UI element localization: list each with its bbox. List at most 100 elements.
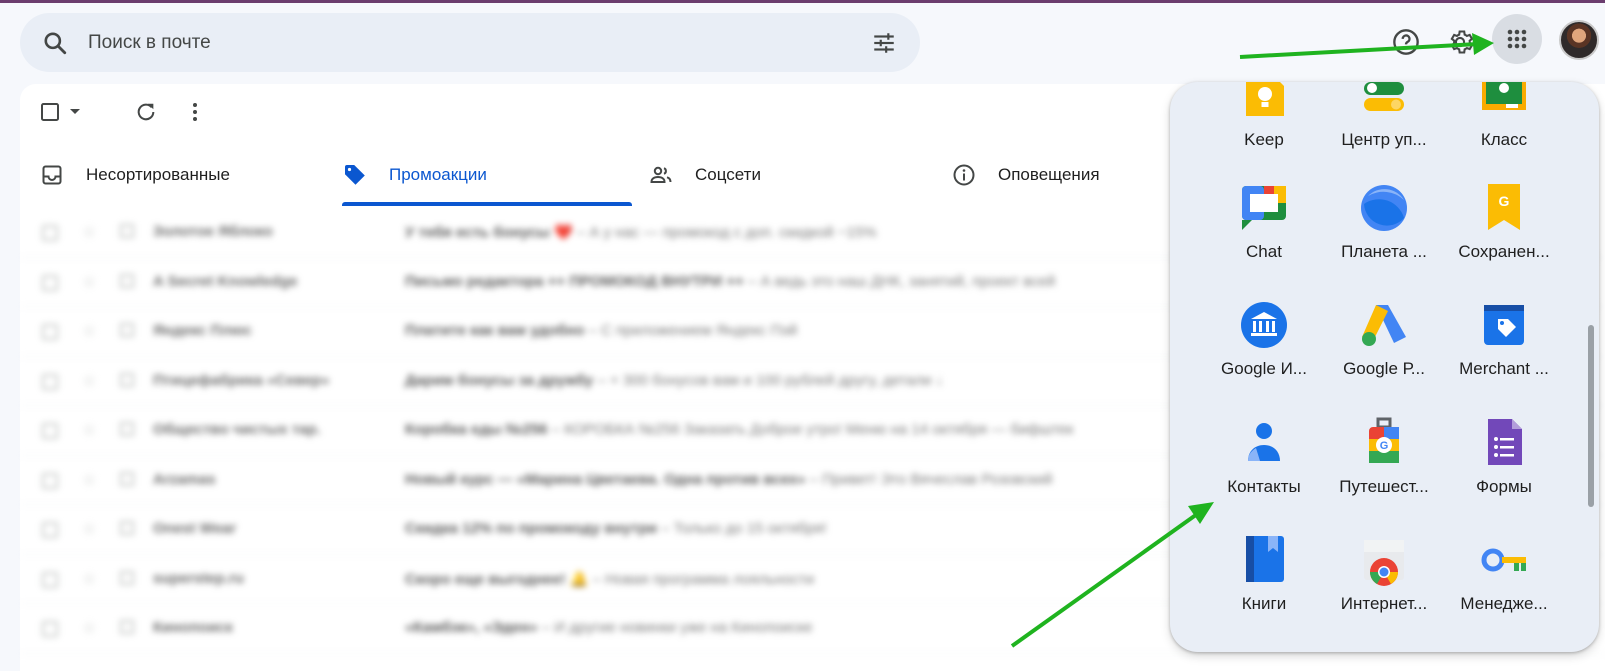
email-snippet: – КОРОБКА №256 Заказать Доброе утро! Мен… (547, 421, 1074, 438)
email-snippet: – + 300 бонусов вам и 100 рублей другу, … (593, 371, 944, 389)
important-marker-icon[interactable] (120, 224, 134, 238)
important-marker-icon[interactable] (120, 273, 134, 288)
app-travel[interactable]: G Путешест... (1324, 417, 1444, 527)
app-saved[interactable]: G Сохранен... (1444, 182, 1564, 292)
travel-icon: G (1369, 417, 1399, 463)
star-icon[interactable]: ☆ (82, 321, 96, 341)
app-books[interactable]: Книги (1204, 534, 1324, 644)
contacts-icon (1248, 423, 1280, 461)
search-bar[interactable] (20, 13, 920, 72)
select-dropdown-icon[interactable] (69, 108, 81, 116)
select-all-checkbox-icon[interactable] (40, 102, 60, 122)
important-marker-icon[interactable] (120, 570, 134, 585)
row-checkbox[interactable] (42, 621, 58, 637)
arts-culture-icon (1241, 302, 1287, 348)
app-label: Менедже... (1460, 594, 1548, 613)
email-subject-line: У тебя есть бонусы ❤️ – А у нас — промок… (405, 223, 877, 241)
arrow-to-apps-button (1239, 42, 1479, 59)
row-checkbox[interactable] (42, 423, 58, 439)
app-admin-center[interactable]: Центр уп... (1324, 82, 1444, 186)
app-label: Формы (1476, 477, 1532, 496)
email-sender: Onest Wear (153, 520, 237, 537)
tab-label: Несортированные (86, 165, 230, 184)
tab-updates[interactable]: Оповещения (952, 146, 1100, 204)
email-sender: Общество чистых тар. (153, 421, 321, 438)
email-subject: Платите как вам удобно (405, 322, 585, 339)
tab-promotions[interactable]: Промоакции (343, 146, 487, 204)
email-subject: «Камбэк», «Эден» (405, 619, 538, 636)
google-apps-button[interactable] (1492, 14, 1542, 64)
email-snippet: – Привет! Это Вячеслав Розовский (805, 470, 1053, 488)
account-avatar[interactable] (1559, 20, 1599, 60)
app-label: Chat (1246, 242, 1282, 261)
tab-label: Промоакции (389, 165, 487, 184)
tag-icon (345, 165, 365, 185)
app-label: Центр уп... (1341, 130, 1427, 149)
search-input[interactable] (88, 23, 848, 62)
important-marker-icon[interactable] (120, 471, 134, 486)
app-contacts[interactable]: Контакты (1204, 417, 1324, 527)
important-marker-icon[interactable] (120, 620, 134, 634)
settings-gear-icon[interactable] (1446, 28, 1474, 56)
info-icon (953, 164, 975, 186)
app-chat[interactable]: Chat (1204, 182, 1324, 292)
important-marker-icon[interactable] (120, 521, 134, 535)
row-checkbox[interactable] (42, 522, 58, 538)
email-subject-line: Скоро еще выгоднее! 🔔 – Новая программа … (405, 570, 814, 588)
app-label: Книги (1241, 594, 1287, 613)
merchant-center-icon (1484, 305, 1524, 345)
star-icon[interactable]: ☆ (82, 519, 96, 539)
search-icon[interactable] (42, 30, 68, 56)
row-checkbox[interactable] (42, 472, 58, 489)
help-icon[interactable] (1392, 28, 1420, 56)
email-subject-line: Коробка еды №256 – КОРОБКА №256 Заказать… (405, 421, 1073, 438)
app-google-ads[interactable]: Google Р... (1324, 299, 1444, 409)
row-checkbox[interactable] (42, 324, 58, 340)
important-marker-icon[interactable] (120, 422, 134, 436)
email-subject: Коробка еды №256 (405, 421, 548, 438)
search-options-icon[interactable] (871, 30, 897, 56)
star-icon[interactable]: ☆ (82, 569, 96, 589)
star-icon[interactable]: ☆ (82, 272, 96, 292)
email-subject: Скидка 12% по промокоду внутри (405, 520, 657, 537)
star-icon[interactable]: ☆ (82, 618, 96, 638)
star-icon[interactable]: ☆ (82, 470, 96, 490)
app-arts-culture[interactable]: Google И... (1204, 299, 1324, 409)
tab-label: Соцсети (695, 165, 761, 184)
tab-label: Оповещения (998, 165, 1100, 184)
app-label: Keep (1244, 130, 1284, 149)
app-merchant-center[interactable]: Merchant ... (1444, 299, 1564, 409)
apps-panel-scrollbar[interactable] (1588, 325, 1594, 507)
email-subject: Письмо редактора ++ ПРОМОКОД ВНУТРИ ++ (405, 272, 744, 290)
star-icon[interactable]: ☆ (82, 371, 96, 391)
email-sender: Arzamas (153, 470, 216, 488)
email-snippet: – С приложением Яндекс Пэй (584, 322, 798, 339)
email-snippet: – И другие новинки уже на Кинопоиске (537, 619, 813, 636)
app-label: Планета ... (1341, 242, 1427, 261)
star-icon[interactable]: ☆ (82, 222, 96, 242)
app-label: Интернет... (1340, 594, 1428, 613)
app-password-manager[interactable]: Менедже... (1444, 534, 1564, 644)
important-marker-icon[interactable] (120, 323, 134, 337)
important-marker-icon[interactable] (120, 372, 134, 387)
app-forms[interactable]: Формы (1444, 417, 1564, 527)
row-checkbox[interactable] (42, 225, 58, 241)
app-label: Merchant ... (1459, 359, 1549, 378)
refresh-icon[interactable] (135, 101, 157, 123)
app-keep[interactable]: Keep (1204, 82, 1324, 186)
app-chrome-web-store[interactable]: Интернет... (1324, 534, 1444, 644)
tab-primary[interactable]: Несортированные (40, 146, 230, 204)
people-icon (650, 166, 672, 183)
more-options-icon[interactable] (190, 101, 200, 123)
row-checkbox[interactable] (42, 274, 58, 291)
row-checkbox[interactable] (42, 373, 58, 390)
app-label: Путешест... (1339, 477, 1429, 496)
email-sender: Золотое Яблоко (153, 223, 273, 240)
app-earth[interactable]: Планета ... (1324, 182, 1444, 292)
email-sender: Яндекс Плюс (153, 322, 252, 339)
star-icon[interactable]: ☆ (82, 420, 96, 440)
tab-social[interactable]: Соцсети (649, 146, 761, 204)
row-checkbox[interactable] (42, 571, 58, 588)
inbox-icon (42, 165, 62, 185)
app-classroom[interactable]: Класс (1444, 82, 1564, 186)
